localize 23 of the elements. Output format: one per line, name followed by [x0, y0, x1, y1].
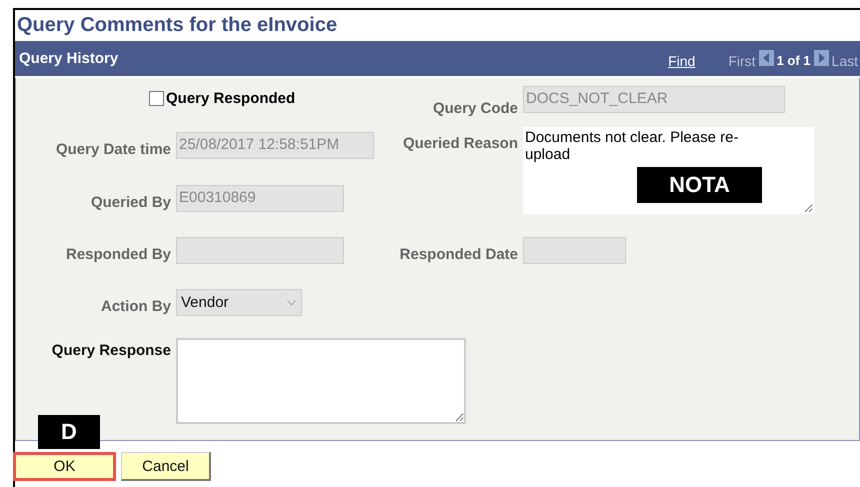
field-label: Queried By	[90, 193, 171, 211]
first-link[interactable]: First	[728, 52, 756, 68]
last-link[interactable]: Last	[832, 52, 858, 68]
field-label: Responded Date	[398, 245, 518, 263]
checkbox-label: Query Responded	[166, 90, 296, 107]
checkbox[interactable]	[149, 91, 164, 106]
field-label: Queried Reason	[402, 134, 518, 152]
section-title: Query History	[19, 50, 118, 67]
field-label: Responded By	[64, 245, 171, 263]
annotation-label: NOTA	[637, 167, 762, 203]
next-icon[interactable]	[814, 50, 829, 66]
dialog-button[interactable]: Cancel	[121, 452, 211, 481]
previous-icon[interactable]	[758, 50, 774, 66]
page-position: 1 of 1	[776, 53, 811, 68]
field-label: Query Code	[432, 99, 518, 117]
text-area[interactable]	[176, 338, 466, 424]
field-label: Query Date time	[54, 140, 171, 158]
field-label: Action By	[100, 297, 171, 315]
find-link[interactable]: Find	[668, 52, 696, 68]
annotation-label: D	[38, 415, 100, 449]
dialog-button[interactable]: OK	[13, 452, 116, 481]
page-title: Query Comments for the eInvoice	[16, 13, 338, 38]
field-label: Query Response	[50, 341, 171, 359]
